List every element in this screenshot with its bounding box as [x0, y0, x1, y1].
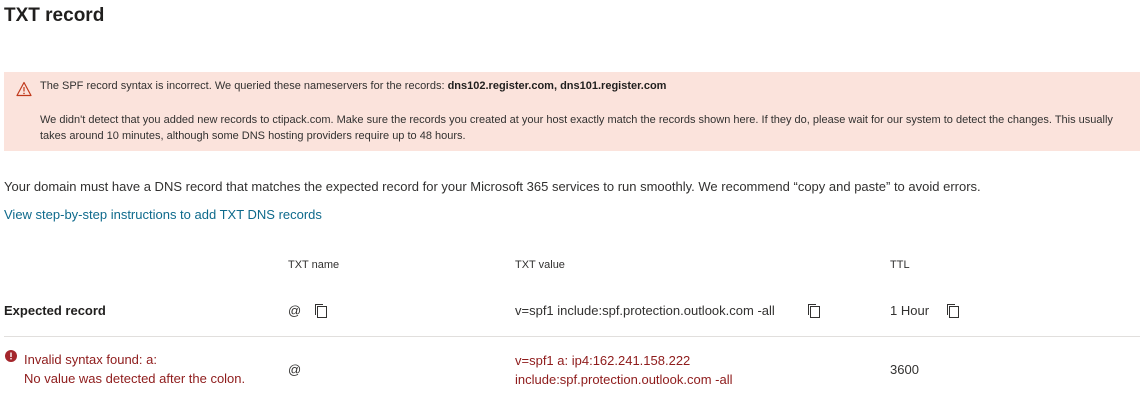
warning-message-text: The SPF record syntax is incorrect. We q… [40, 80, 448, 92]
page-title: TXT record [4, 5, 105, 26]
found-value-line-1: v=spf1 a: ip4:162.241.158.222 [515, 353, 691, 368]
expected-record-label: Expected record [4, 303, 106, 318]
found-value-line-2: include:spf.protection.outlook.com -all [515, 372, 733, 387]
copy-icon[interactable] [945, 302, 961, 320]
intro-text: Your domain must have a DNS record that … [4, 179, 981, 194]
error-circle-icon [5, 349, 17, 362]
copy-icon[interactable] [313, 302, 329, 320]
copy-icon[interactable] [806, 302, 822, 320]
found-txt-value: v=spf1 a: ip4:162.241.158.222 include:sp… [515, 351, 733, 389]
error-message: Invalid syntax found: a: No value was de… [24, 350, 245, 388]
row-divider [4, 336, 1140, 337]
expected-txt-name: @ [288, 303, 302, 318]
expected-txt-value: v=spf1 include:spf.protection.outlook.co… [515, 303, 775, 318]
found-txt-name: @ [288, 362, 302, 377]
found-ttl: 3600 [890, 362, 919, 377]
nameserver-list: dns102.register.com, dns101.register.com [447, 80, 667, 92]
error-line-1: Invalid syntax found: a: [24, 352, 157, 367]
column-header-txt-name: TXT name [288, 259, 340, 271]
expected-ttl: 1 Hour [890, 303, 930, 318]
warning-triangle-icon [16, 81, 32, 97]
column-header-ttl: TTL [890, 259, 910, 271]
warning-detail: We didn't detect that you added new reco… [40, 114, 1113, 142]
column-header-txt-value: TXT value [515, 259, 565, 271]
instructions-link[interactable]: View step-by-step instructions to add TX… [4, 207, 322, 222]
warning-banner: The SPF record syntax is incorrect. We q… [4, 72, 1140, 151]
warning-message: The SPF record syntax is incorrect. We q… [40, 80, 666, 92]
error-line-2: No value was detected after the colon. [24, 371, 246, 386]
